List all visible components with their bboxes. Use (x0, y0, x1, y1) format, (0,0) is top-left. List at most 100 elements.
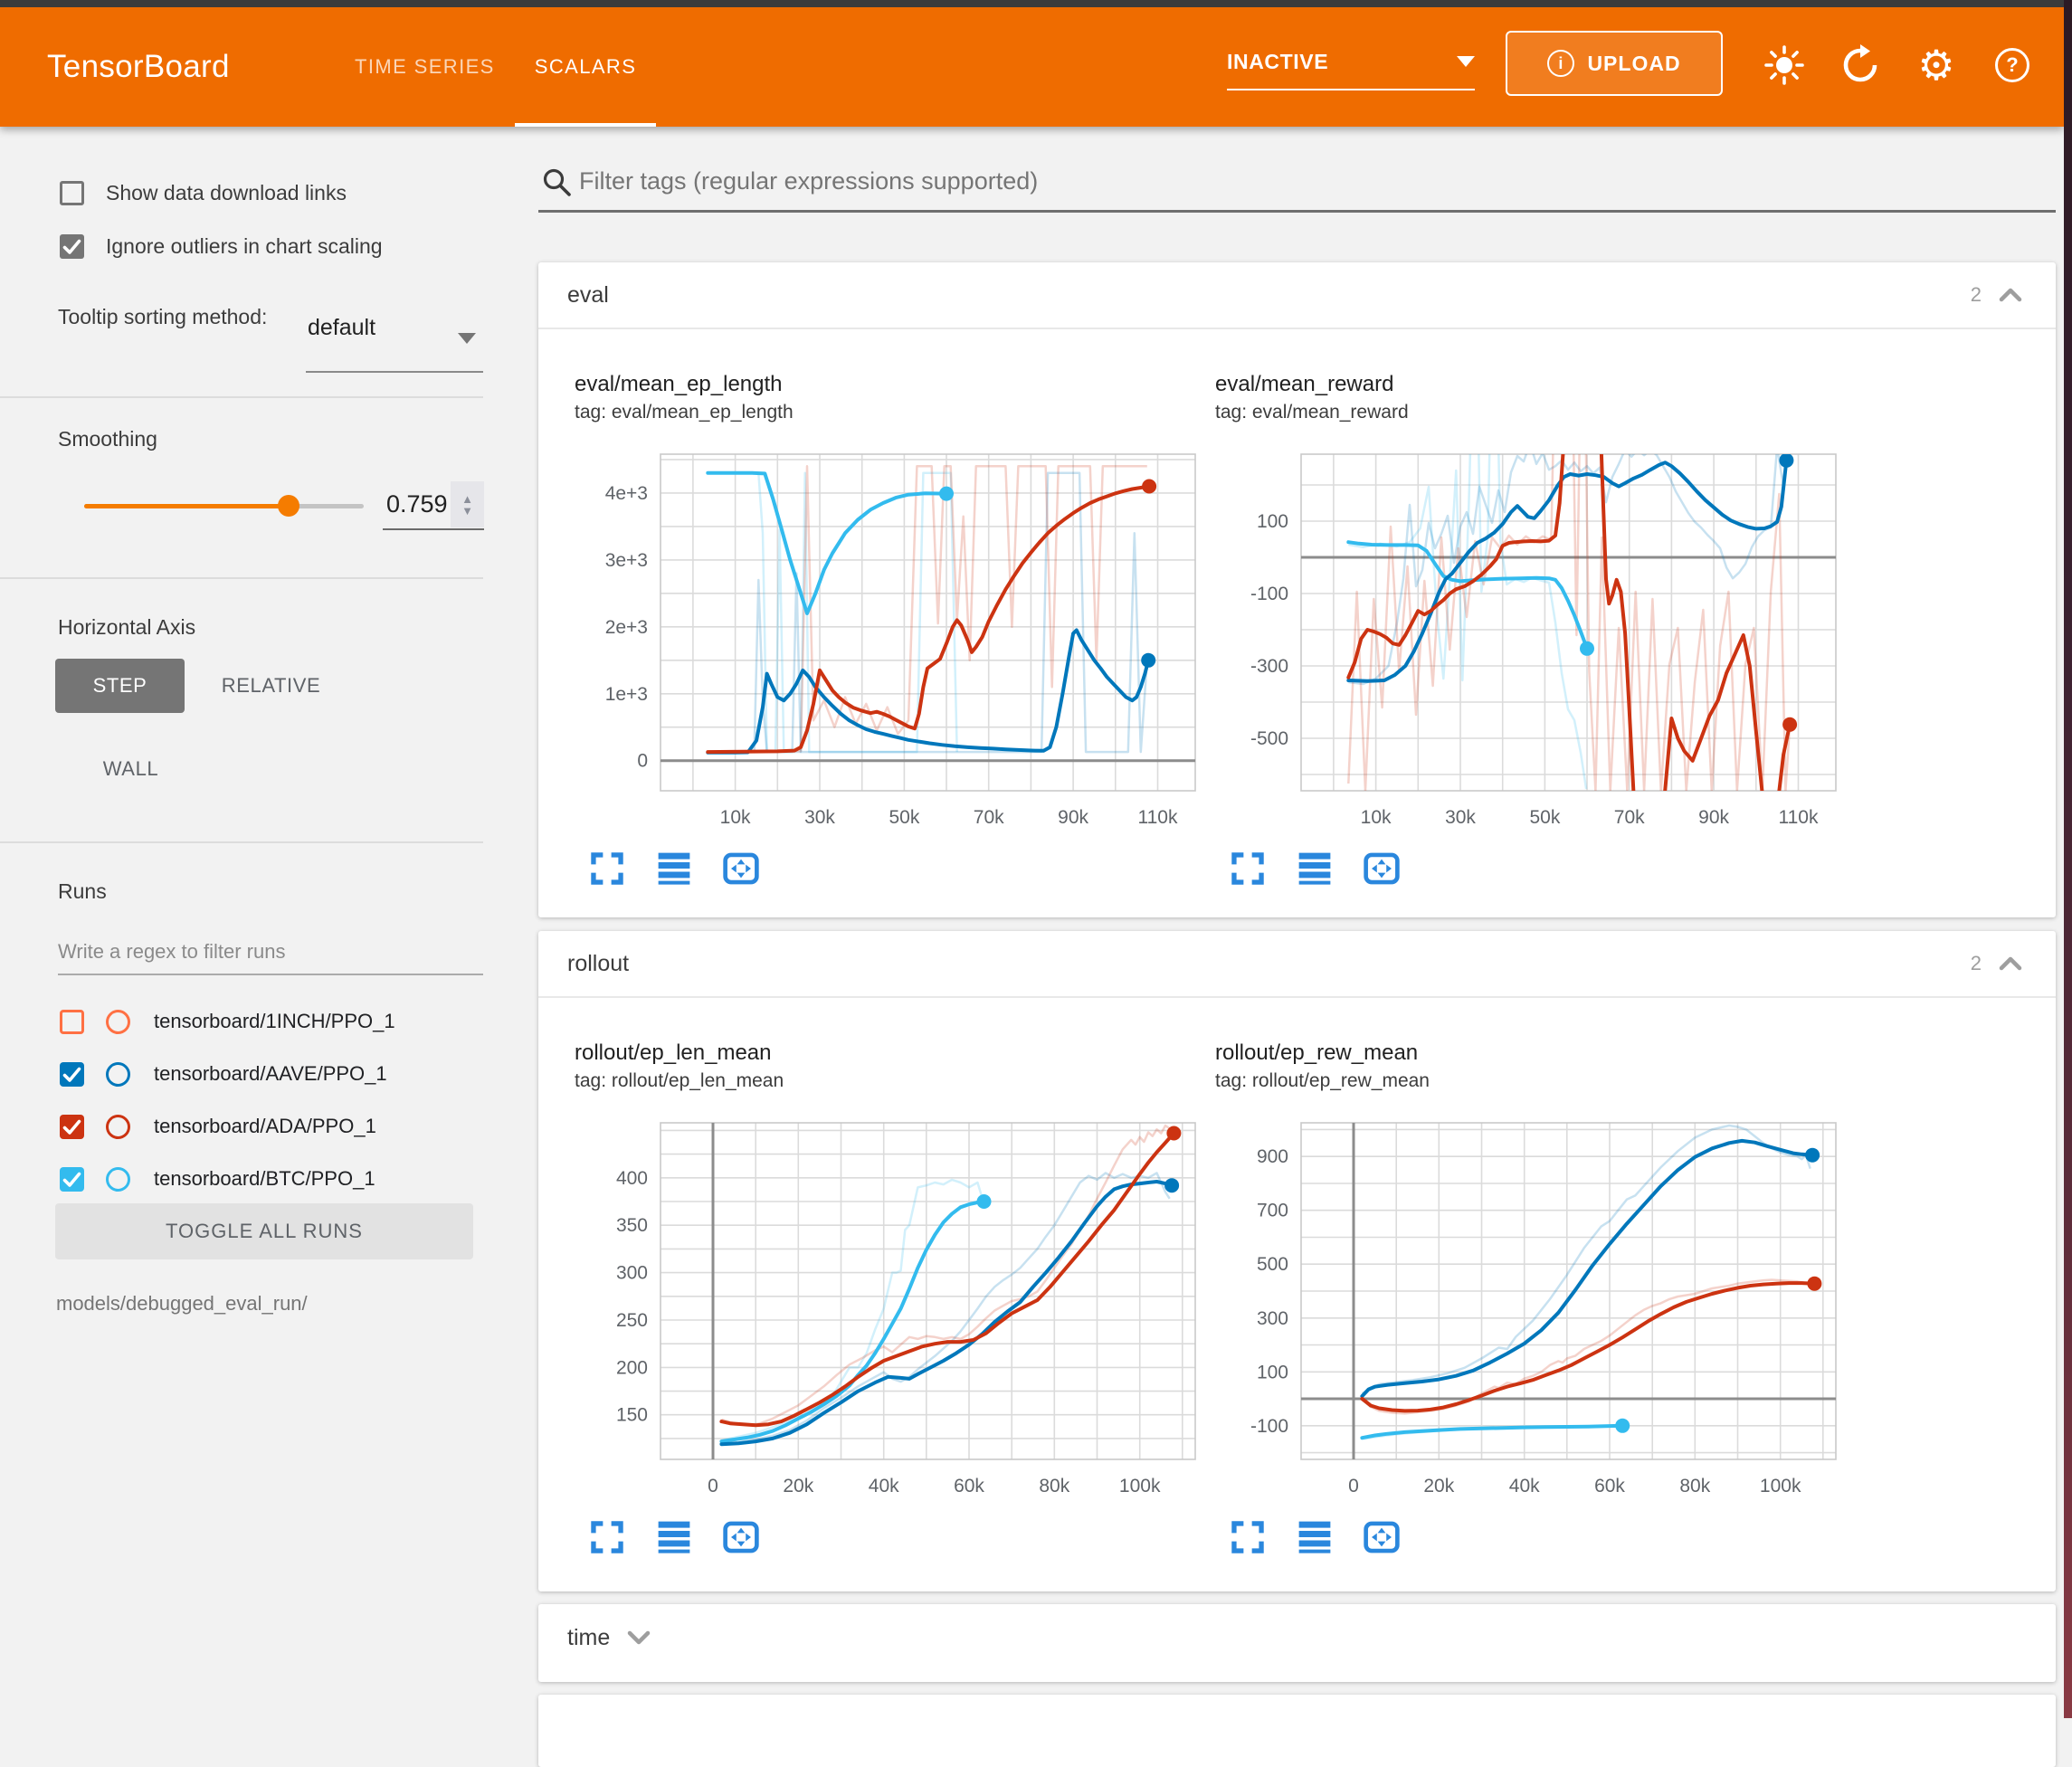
run-row: tensorboard/AAVE/PPO_1 (0, 1048, 525, 1100)
brightness-icon[interactable] (1763, 43, 1806, 87)
chart-title: rollout/ep_rew_mean (1215, 1040, 1841, 1067)
scalar-chart-plot[interactable]: 020k40k60k80k100k150200250300350400 (575, 1116, 1201, 1505)
svg-text:900: 900 (1257, 1146, 1288, 1167)
divider (0, 841, 483, 843)
run-checkbox[interactable] (60, 1010, 84, 1034)
stepper-icon[interactable]: ▲▼ (451, 481, 484, 527)
svg-text:1e+3: 1e+3 (605, 684, 648, 705)
run-row: tensorboard/BTC/PPO_1 (0, 1153, 525, 1205)
runs-filter-input[interactable] (58, 932, 474, 972)
input-underline (58, 974, 483, 975)
svg-text:50k: 50k (1529, 807, 1560, 828)
chart-tag: tag: rollout/ep_rew_mean (1215, 1069, 1841, 1094)
svg-text:-300: -300 (1250, 656, 1288, 677)
fullscreen-icon[interactable] (587, 849, 627, 888)
smoothing-label: Smoothing (58, 427, 157, 451)
slider-handle[interactable] (278, 495, 299, 517)
scalar-chart-plot[interactable]: 10k30k50k70k90k110k01e+32e+33e+34e+3 (575, 447, 1201, 836)
svg-text:-100: -100 (1250, 1416, 1288, 1437)
svg-text:40k: 40k (869, 1476, 899, 1496)
svg-text:2e+3: 2e+3 (605, 617, 648, 638)
fullscreen-icon[interactable] (587, 1517, 627, 1557)
tooltip-sorting-label: Tooltip sorting method: (58, 302, 302, 331)
svg-text:0: 0 (1348, 1476, 1359, 1496)
tab-time-series[interactable]: TIME SERIES (335, 7, 515, 127)
data-table-icon[interactable] (654, 1517, 694, 1557)
section-collapse-toggle[interactable] (1996, 954, 2025, 974)
window-top-strip (0, 0, 2072, 7)
svg-text:300: 300 (616, 1263, 648, 1284)
run-checkbox[interactable] (60, 1167, 84, 1192)
status-dropdown[interactable]: INACTIVE (1227, 34, 1475, 90)
svg-text:200: 200 (616, 1357, 648, 1378)
smoothing-input[interactable]: 0.759 ▲▼ (383, 480, 484, 530)
section-collapse-toggle[interactable] (1996, 285, 2025, 305)
section-header[interactable]: time (538, 1604, 2056, 1671)
section-title: time (567, 1625, 610, 1651)
run-row: tensorboard/ADA/PPO_1 (0, 1100, 525, 1153)
tab-scalars[interactable]: SCALARS (515, 7, 657, 127)
fullscreen-icon[interactable] (1228, 849, 1268, 888)
checkbox-label: Ignore outliers in chart scaling (106, 234, 383, 259)
run-label: tensorboard/ADA/PPO_1 (154, 1115, 376, 1138)
chart-toolbar (1215, 849, 1841, 888)
chart-rollout_ep_len_mean: rollout/ep_len_meantag: rollout/ep_len_m… (575, 1040, 1201, 1557)
run-label: tensorboard/BTC/PPO_1 (154, 1167, 375, 1191)
chevron-up-icon[interactable] (1996, 285, 2025, 305)
chart-eval_mean_reward: eval/mean_rewardtag: eval/mean_reward10k… (1215, 371, 1841, 888)
data-table-icon[interactable] (1295, 1517, 1335, 1557)
gear-icon[interactable]: ⚙ (1915, 43, 1958, 87)
svg-text:0: 0 (637, 751, 648, 772)
fit-domain-icon[interactable] (1362, 1517, 1402, 1557)
upload-button[interactable]: i UPLOAD (1506, 31, 1723, 96)
section-collapse-toggle[interactable] (624, 1628, 653, 1648)
svg-text:80k: 80k (1679, 1476, 1710, 1496)
chart-rollout_ep_rew_mean: rollout/ep_rew_meantag: rollout/ep_rew_m… (1215, 1040, 1841, 1557)
chart-title: eval/mean_ep_length (575, 371, 1201, 398)
refresh-icon[interactable] (1839, 43, 1882, 87)
run-checkbox[interactable] (60, 1062, 84, 1087)
scalar-chart-plot[interactable]: 020k40k60k80k100k-100100300500700900 (1215, 1116, 1841, 1505)
fit-domain-icon[interactable] (721, 1517, 761, 1557)
svg-text:80k: 80k (1039, 1476, 1069, 1496)
tooltip-sorting-value: default (308, 315, 375, 341)
window-scrollbar[interactable] (2064, 0, 2072, 1718)
svg-text:400: 400 (616, 1168, 648, 1189)
smoothing-slider[interactable] (84, 504, 364, 508)
section-header[interactable]: eval2 (538, 262, 2056, 329)
data-table-icon[interactable] (654, 849, 694, 888)
svg-text:70k: 70k (1614, 807, 1645, 828)
svg-text:30k: 30k (804, 807, 835, 828)
chevron-down-icon (458, 333, 476, 344)
smoothing-value: 0.759 (386, 490, 448, 518)
slider-fill (84, 504, 289, 508)
checkbox[interactable] (60, 234, 84, 259)
tooltip-sorting-dropdown[interactable]: default (306, 304, 483, 373)
axis-option-step[interactable]: STEP (55, 659, 185, 713)
fit-domain-icon[interactable] (721, 849, 761, 888)
chevron-down-icon[interactable] (624, 1628, 653, 1648)
check-icon (60, 234, 84, 259)
tensorboard-app: TensorBoard TIME SERIESSCALARS INACTIVE … (0, 0, 2072, 1718)
data-table-icon[interactable] (1295, 849, 1335, 888)
svg-text:60k: 60k (1594, 1476, 1625, 1496)
filter-tags-input[interactable] (579, 159, 2027, 203)
section-header[interactable]: rollout2 (538, 931, 2056, 998)
chart-toolbar (575, 849, 1201, 888)
svg-text:-100: -100 (1250, 584, 1288, 604)
svg-text:90k: 90k (1698, 807, 1729, 828)
run-checkbox[interactable] (60, 1115, 84, 1139)
axis-option-relative[interactable]: RELATIVE (206, 659, 336, 713)
scalar-chart-plot[interactable]: 10k30k50k70k90k110k100-100-300-500 (1215, 447, 1841, 836)
settings-checkbox-row: Ignore outliers in chart scaling (0, 226, 525, 266)
svg-text:100: 100 (1257, 1362, 1288, 1382)
run-color-ring-icon (106, 1010, 130, 1034)
chevron-up-icon[interactable] (1996, 954, 2025, 974)
help-icon[interactable]: ? (1991, 43, 2034, 87)
checkbox[interactable] (60, 181, 84, 205)
svg-text:250: 250 (616, 1310, 648, 1331)
fullscreen-icon[interactable] (1228, 1517, 1268, 1557)
toggle-all-runs-button[interactable]: TOGGLE ALL RUNS (55, 1203, 473, 1259)
fit-domain-icon[interactable] (1362, 849, 1402, 888)
axis-option-wall[interactable]: WALL (66, 742, 195, 796)
